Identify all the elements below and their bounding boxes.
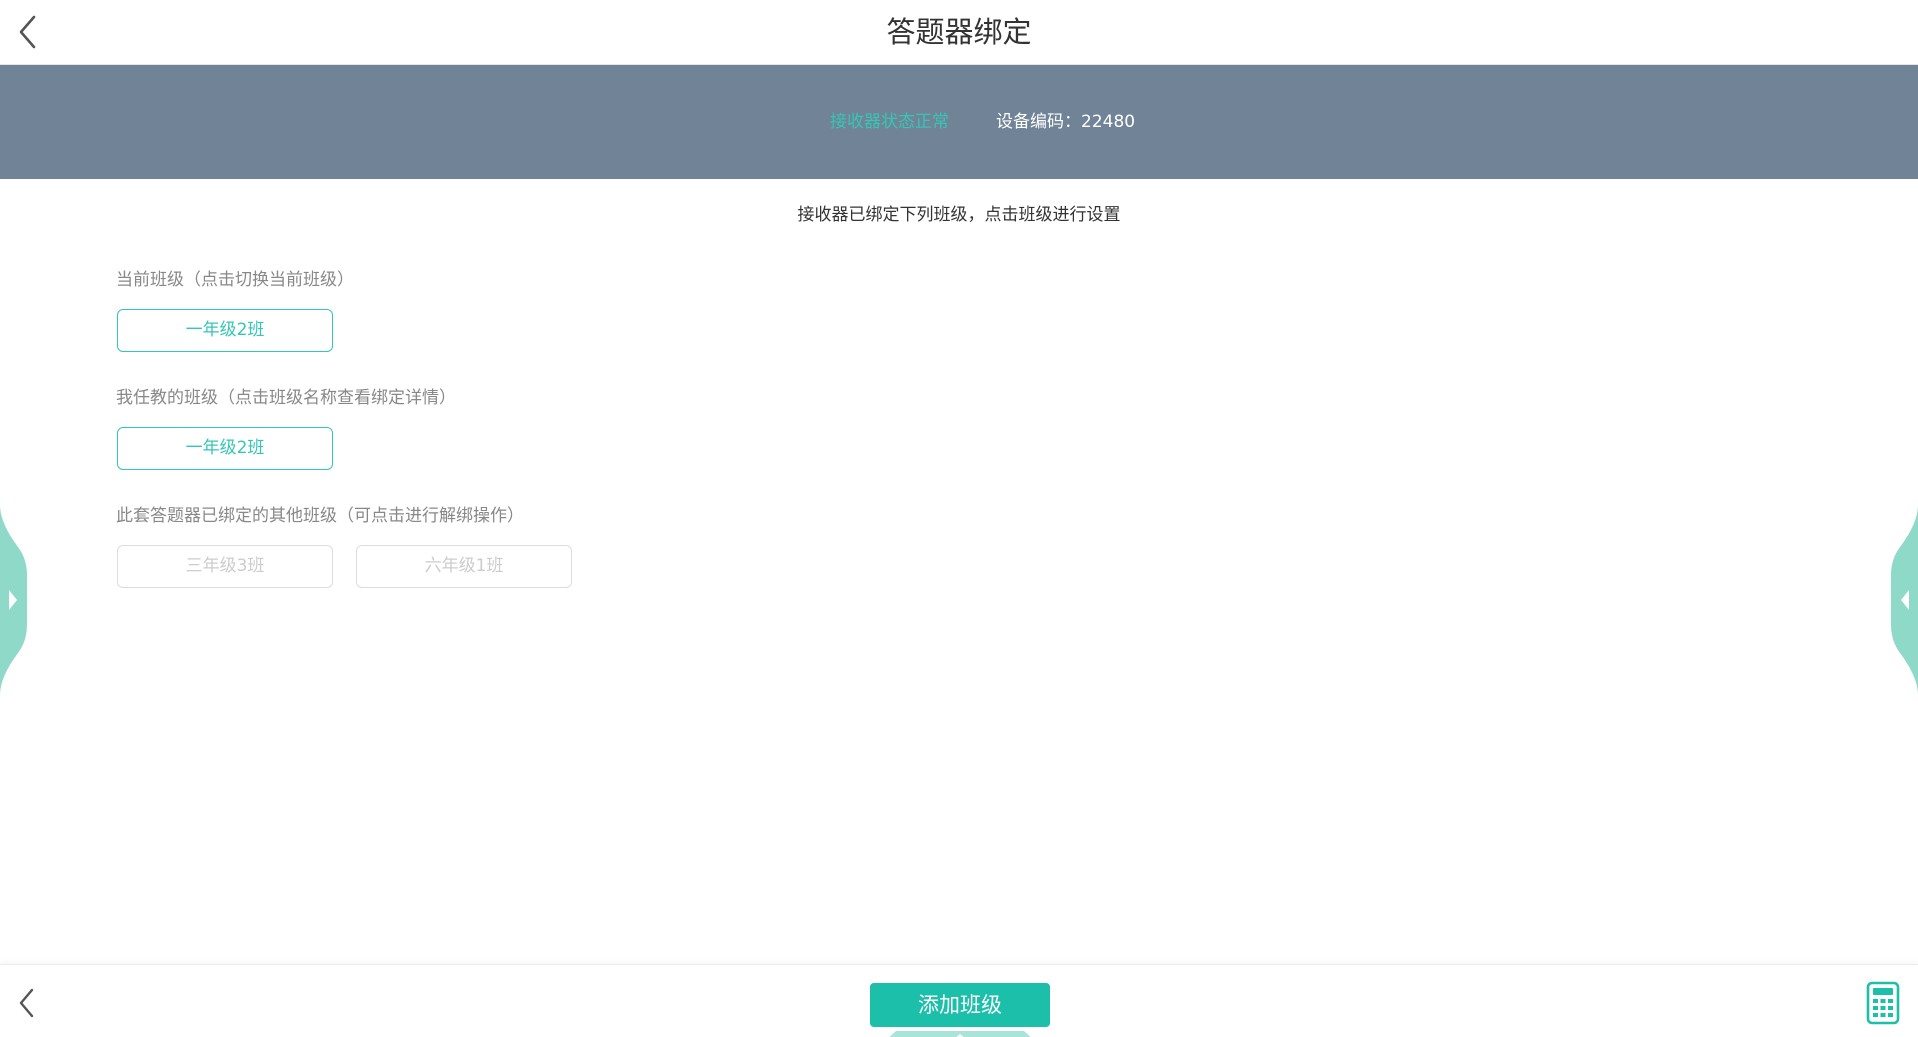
my-classes-label: 我任教的班级（点击班级名称查看绑定详情） <box>116 388 456 408</box>
drawer-handle[interactable] <box>870 1027 1050 1037</box>
other-classes-label: 此套答题器已绑定的其他班级（可点击进行解绑操作） <box>116 506 524 526</box>
device-code: 设备编码：22480 <box>996 112 1136 132</box>
my-class-button[interactable]: 一年级2班 <box>117 427 333 470</box>
right-side-tab[interactable] <box>1891 505 1918 695</box>
other-class-button[interactable]: 六年级1班 <box>356 545 572 588</box>
calculator-icon[interactable] <box>1866 981 1900 1025</box>
bottom-back-button[interactable] <box>12 985 42 1021</box>
add-class-button[interactable]: 添加班级 <box>870 983 1050 1027</box>
receiver-status: 接收器状态正常 <box>830 112 949 132</box>
binding-hint: 接收器已绑定下列班级，点击班级进行设置 <box>797 205 1121 225</box>
current-class-label: 当前班级（点击切换当前班级） <box>116 270 354 290</box>
page-title: 答题器绑定 <box>886 15 1032 49</box>
binding-page: 答题器绑定 接收器状态正常 设备编码：22480 接收器已绑定下列班级，点击班级… <box>0 0 1918 1037</box>
chevron-left-icon <box>19 988 34 1018</box>
current-class-button[interactable]: 一年级2班 <box>117 309 333 352</box>
bottom-bar: 添加班级 <box>0 964 1918 1037</box>
top-header: 答题器绑定 <box>0 0 1918 65</box>
status-banner: 接收器状态正常 设备编码：22480 <box>0 65 1918 179</box>
other-class-button[interactable]: 三年级3班 <box>117 545 333 588</box>
left-side-tab[interactable] <box>0 505 27 695</box>
